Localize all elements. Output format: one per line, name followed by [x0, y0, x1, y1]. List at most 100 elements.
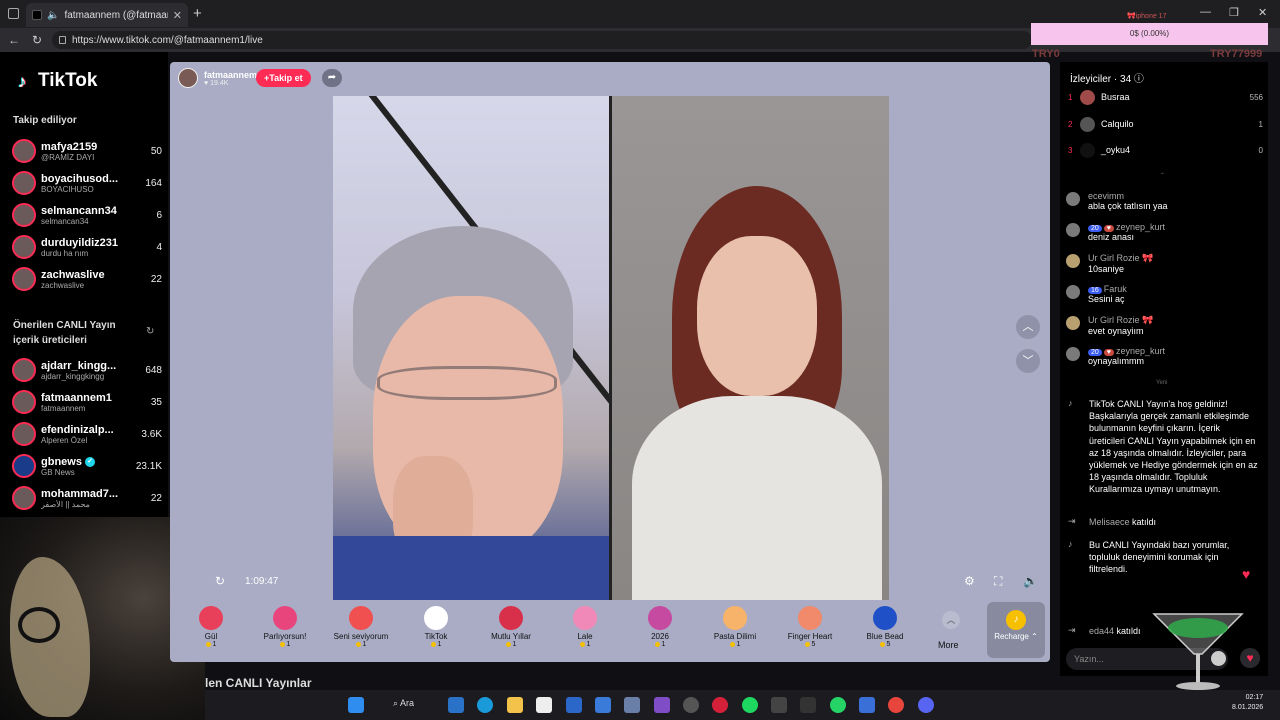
browser-tab[interactable]: 🔈 fatmaannem (@fatmaannem ✕ — [26, 3, 188, 27]
gift-item[interactable]: TikTok 1 — [401, 602, 471, 660]
whatsapp-icon[interactable] — [830, 697, 846, 713]
avatar — [12, 235, 36, 259]
new-year-icon — [499, 606, 523, 630]
viewer-row[interactable]: 2 Calquilo 1 — [1068, 115, 1263, 133]
floating-heart-icon: ♥ — [1242, 566, 1251, 582]
suggested-item[interactable]: gbnews ✓ GB News 23.1K — [12, 451, 162, 481]
tiktok-logo[interactable]: ♪ TikTok — [18, 70, 97, 92]
snipping-icon[interactable] — [624, 697, 640, 713]
chat-message[interactable]: Ur Girl Rozie 🎀 10saniye — [1066, 253, 1262, 274]
share-icon[interactable]: ➦ — [322, 69, 342, 87]
back-icon[interactable]: ← — [8, 33, 20, 47]
chat-message[interactable]: ecevimm abla çok tatlısın yaa — [1066, 191, 1262, 211]
suggested-item[interactable]: fatmaannem1 fatmaannem 35 — [12, 387, 162, 417]
video-decor — [632, 396, 882, 600]
video-decor — [377, 366, 557, 400]
chat-message[interactable]: 16 Faruk Sesini aç — [1066, 284, 1262, 304]
gift-bar: Gül 1 Parlıyorsun! 1 Seni seviyorum 1 TikTo… — [199, 602, 980, 660]
file-explorer-icon[interactable] — [507, 697, 523, 713]
video-guest[interactable] — [612, 96, 889, 600]
suggested-item[interactable]: mohammad7... محمد || الأصفر 22 — [12, 483, 162, 513]
github-icon[interactable] — [683, 697, 699, 713]
gift-item[interactable]: Finger Heart 5 — [775, 602, 845, 660]
rose-icon — [199, 606, 223, 630]
following-item[interactable]: durduyildiz231 durdu ha nım 4 — [12, 232, 162, 262]
chrome-icon[interactable] — [888, 697, 904, 713]
viewer-row[interactable]: 3 _oyku4 0 — [1068, 141, 1263, 159]
tiktok-note-icon: ♪ — [18, 72, 27, 91]
reload-icon[interactable]: ↻ — [32, 33, 42, 47]
host-info[interactable]: fatmaannem ♥ 19.4K — [178, 68, 257, 88]
goal-max: TRY77999 — [1210, 48, 1263, 60]
avatar — [12, 171, 36, 195]
tab-actions-icon[interactable] — [8, 8, 19, 19]
gift-item[interactable]: Blue Bead 5 — [850, 602, 920, 660]
gift-item[interactable]: Mutlu Yıllar 1 — [476, 602, 546, 660]
chat-message[interactable]: Ur Girl Rozie 🎀 evet oynayiım — [1066, 315, 1262, 336]
viewer-row[interactable]: 1 Busraa 556 — [1068, 88, 1263, 106]
volume-icon[interactable]: 🔈 — [1023, 574, 1038, 588]
following-title: Takip ediliyor — [13, 115, 77, 126]
info-icon[interactable]: ⓘ — [1134, 74, 1144, 85]
refresh-stream-icon[interactable]: ↻ — [215, 574, 225, 588]
viewer-count: 3.6K — [141, 428, 162, 440]
edge-icon[interactable] — [477, 697, 493, 713]
coin-icon: ♪ — [1006, 610, 1026, 630]
viewer-count: 648 — [145, 364, 162, 376]
pinterest-icon[interactable] — [712, 697, 728, 713]
new-tab-icon[interactable]: + — [193, 5, 202, 22]
spotify-icon[interactable] — [742, 697, 758, 713]
chat-message[interactable]: 20 ♥ zeynep_kurt deniz anası — [1066, 222, 1262, 242]
gift-item[interactable]: Seni seviyorum 1 — [326, 602, 396, 660]
collapse-icon[interactable]: ⌃ — [1160, 172, 1165, 179]
next-live-icon[interactable]: ﹀ — [1016, 349, 1040, 373]
settings-icon[interactable]: ⚙ — [964, 574, 975, 588]
site-info-icon[interactable] — [59, 36, 66, 44]
gift-item[interactable]: Parlıyorsun! 1 — [250, 602, 320, 660]
viewer-count: 4 — [156, 241, 162, 253]
outlook-icon[interactable] — [566, 697, 582, 713]
discord-icon[interactable] — [918, 697, 934, 713]
chevron-up-icon[interactable]: ︿ — [942, 611, 960, 629]
joined-message: ⇥ Melisaece katıldı — [1068, 516, 1157, 527]
following-item[interactable]: selmancann34 selmancan34 6 — [12, 200, 162, 230]
follow-button[interactable]: +Takip et — [256, 69, 311, 87]
calculator-icon[interactable] — [859, 697, 875, 713]
previous-live-icon[interactable]: ︿ — [1016, 315, 1040, 339]
windows-start-icon[interactable] — [348, 697, 364, 713]
video-host[interactable] — [333, 96, 609, 600]
close-window-icon[interactable]: ✕ — [1258, 6, 1267, 19]
speaker-icon[interactable]: 🔈 — [47, 10, 59, 21]
store-icon[interactable] — [536, 697, 552, 713]
url-field[interactable]: https://www.tiktok.com/@fatmaannem1/live — [52, 31, 1032, 49]
host-avatar[interactable] — [178, 68, 198, 88]
following-item[interactable]: mafya2159 @RAMİZ DAYI 50 — [12, 136, 162, 166]
app-icon[interactable] — [800, 697, 816, 713]
vscode-icon[interactable] — [448, 697, 464, 713]
close-tab-icon[interactable]: ✕ — [173, 9, 182, 22]
visual-studio-icon[interactable] — [654, 697, 670, 713]
following-item[interactable]: zachwaslive zachwaslive 22 — [12, 264, 162, 294]
suggested-item[interactable]: ajdarr_kingg... ajdarr_kinggkingg 648 — [12, 355, 162, 385]
recharge-button[interactable]: ♪ Recharge ⌃ — [987, 602, 1045, 658]
goal-progress-bar: 0$ (0.00%) — [1031, 23, 1268, 45]
viewer-count: 164 — [145, 177, 162, 189]
viewer-count: 35 — [150, 396, 162, 408]
gift-item[interactable]: Lale 1 — [550, 602, 620, 660]
gift-item[interactable]: 2026 1 — [625, 602, 695, 660]
fullscreen-icon[interactable]: ⛶ — [994, 574, 1002, 589]
suggested-item[interactable]: efendinizalp... Alperen Özel 3.6K — [12, 419, 162, 449]
refresh-suggestions-icon[interactable]: ↻ — [146, 326, 154, 337]
gift-item[interactable]: Gül 1 — [176, 602, 246, 660]
maximize-icon[interactable]: ❐ — [1229, 6, 1239, 19]
minimize-icon[interactable]: — — [1200, 6, 1211, 18]
more-gifts-button[interactable]: More — [938, 640, 959, 650]
taskbar-search[interactable]: ⌕ Ara — [393, 698, 414, 709]
goal-min: TRY0 — [1032, 48, 1060, 60]
photos-icon[interactable] — [595, 697, 611, 713]
app-icon[interactable] — [771, 697, 787, 713]
chat-message[interactable]: 20 ♥ zeynep_kurt oynayalımmm — [1066, 346, 1262, 366]
gift-item[interactable]: Pasta Dilimi 1 — [700, 602, 770, 660]
following-item[interactable]: boyacihusod... BOYACIHUSO 164 — [12, 168, 162, 198]
taskbar-clock[interactable]: 02:17 8.01.2026 — [1232, 693, 1263, 713]
